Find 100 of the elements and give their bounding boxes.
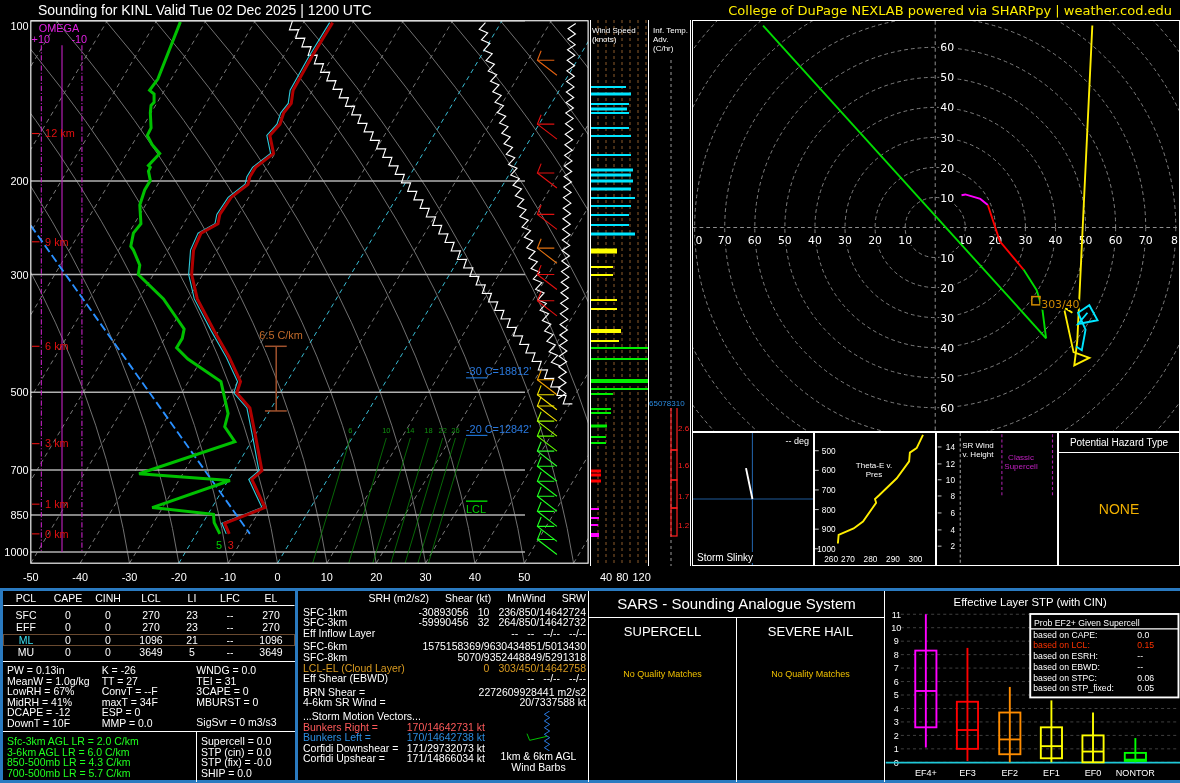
pressure-label: 850: [10, 509, 29, 522]
probability-value: 0.06: [1137, 672, 1155, 683]
table-cell-text: 21: [185, 634, 199, 646]
mixing-ratio-label: 22: [438, 426, 447, 436]
index-value: WNDG = 0.0: [196, 664, 258, 676]
wind-barb-caption: 1km & 6km AGL Wind Barbs: [499, 750, 578, 773]
hodograph-axis-label: 10: [958, 234, 973, 248]
vector-label: Bunkers Right =: [303, 721, 378, 733]
parcel-row[interactable]: EFF 0 0 270 23 -- 270: [3, 621, 295, 634]
probability-label: based on STP_fixed:: [1033, 683, 1114, 694]
table-cell-text: --: [225, 647, 235, 658]
table-cell: -59990456: [418, 617, 469, 628]
index-value: MeanW = 1.0g/kg: [7, 675, 91, 687]
hazard-value: NONE: [1097, 500, 1141, 519]
probability-title: Prob EF2+ Given Supercell: [1034, 617, 1140, 628]
hodograph-axis-label: 30: [940, 131, 955, 145]
hodograph-axis-label: 60: [1108, 234, 1123, 248]
composite-index-value: SHIP = 0.0: [201, 767, 253, 779]
wind-speed-axis-label: 40: [600, 571, 613, 583]
advection-value: 1.7: [678, 492, 690, 501]
row-label: SFC-8km: [303, 651, 348, 663]
mixing-ratio-label: 14: [406, 426, 415, 436]
temperature-label: -10: [220, 570, 237, 583]
column-header: SRW: [561, 593, 586, 604]
table-cell-text: --: [225, 609, 235, 621]
hodograph-axis-label: 10: [940, 191, 955, 205]
wind-speed-axis-label: 120: [632, 571, 651, 583]
table-cell-text: --: [225, 622, 235, 633]
hodograph-axis-label: 60: [747, 234, 762, 248]
hodograph-axis-label: 20: [940, 161, 955, 175]
hodograph-axis-label: 40: [940, 341, 955, 355]
parcel-row[interactable]: SFC 0 0 270 23 -- 270: [3, 608, 295, 622]
table-cell-text: 3649: [258, 647, 284, 658]
hodograph-axis-label: 20: [868, 234, 882, 248]
table-cell: --/--: [569, 627, 586, 639]
temperature-label: 20: [370, 570, 383, 583]
sounding-title: Sounding for KINL Valid Tue 02 Dec 2025 | 1200 UTC: [38, 2, 372, 18]
stp-axis-label: 2: [893, 730, 899, 741]
vector-value: 170/14642731 kt: [406, 721, 485, 733]
table-cell-text: SFC: [14, 609, 38, 621]
advection-value: 2.6: [678, 424, 690, 433]
mixing-ratio-label: 6: [348, 426, 353, 436]
stp-axis-label: 5: [893, 690, 899, 701]
parcel-row[interactable]: ML 0 0 1096 21 -- 1096: [3, 633, 295, 647]
table-cell-text: 0: [104, 634, 112, 646]
index-value: ESP = 0: [101, 707, 142, 718]
probability-label: based on EBWD:: [1033, 662, 1100, 672]
table-cell-text: 1096: [138, 634, 164, 646]
index-value: MBURST = 0: [196, 696, 260, 708]
stp-axis-label: 11: [891, 609, 902, 620]
lapse-rate-value: 3-6km AGL LR = 6.0 C/km: [7, 746, 131, 758]
temperature-label: -40: [72, 570, 88, 583]
column-header: CAPE: [52, 593, 84, 604]
table-cell: 236/850/14642724: [498, 606, 586, 618]
stp-category-label: EF4+: [914, 767, 937, 778]
table-cell-text: 270: [261, 622, 281, 633]
table-cell-text: ML: [17, 634, 35, 646]
hodograph-axis-label: 40: [940, 101, 955, 115]
table-cell: 32: [477, 617, 490, 628]
stp-category-label: EF0: [1084, 767, 1102, 778]
table-cell-text: 0: [64, 647, 72, 658]
pressure-label: 100: [10, 20, 29, 33]
hodograph-axis-label: 50: [777, 234, 792, 248]
pressure-label: 300: [10, 268, 29, 281]
row-label: SFC-6km: [303, 641, 348, 652]
index-value: LowRH = 67%: [7, 686, 75, 697]
table-cell: --/--: [543, 673, 561, 684]
wind-speed-axis-label: 80: [616, 571, 629, 583]
probability-value: 0.05: [1137, 683, 1155, 694]
hodograph-axis-label: 60: [940, 401, 955, 415]
hodograph-axis-label: 70: [717, 234, 732, 248]
stp-axis-label: 8: [893, 650, 899, 660]
table-cell-text: 270: [141, 609, 161, 621]
table-cell: 264/850/14642732: [498, 617, 586, 628]
probability-label: based on STPC:: [1033, 672, 1098, 683]
column-header: LFC: [219, 593, 241, 604]
parcel-row[interactable]: MU 0 0 3649 5 -- 3649: [3, 646, 295, 659]
surface-temperature-label: 3: [227, 538, 234, 551]
composite-index-value: Supercell = 0.0: [201, 735, 273, 747]
height-label: 6 km: [45, 340, 69, 353]
wetbulb-height-label: -30 C=18812': [466, 365, 532, 378]
height-label: 12 km: [45, 127, 75, 140]
table-cell-text: 23: [185, 622, 199, 633]
table-cell-text: 5: [188, 647, 196, 658]
stp-axis-label: 10: [891, 623, 902, 634]
index-value: TEI = 31: [196, 675, 238, 687]
probability-label: based on CAPE:: [1033, 629, 1098, 640]
stp-axis-label: 7: [893, 663, 899, 674]
index-value: MMP = 0.0: [101, 717, 154, 729]
sr-wind-value: 20/7337588 kt: [519, 697, 586, 708]
stp-category-label: NONTOR: [1115, 767, 1155, 778]
pressure-label: 500: [10, 386, 29, 399]
table-cell: 0: [483, 662, 490, 674]
brn-shear-label: BRN Shear =: [303, 686, 366, 698]
probability-value: --: [1137, 651, 1144, 662]
storm-slinky-line: [745, 467, 754, 500]
table-cell-text: 0: [64, 634, 72, 646]
mixing-ratio-label: 10: [382, 426, 391, 436]
table-cell: 10: [477, 606, 490, 618]
index-value: PW = 0.13in: [7, 664, 66, 676]
